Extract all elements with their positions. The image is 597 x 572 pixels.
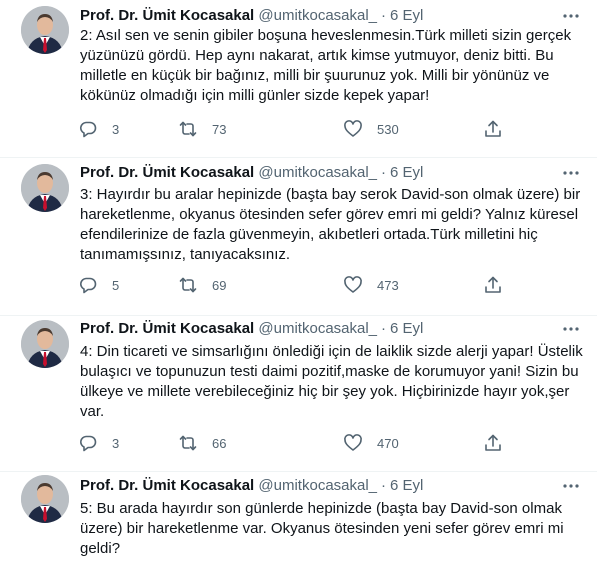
like-count: 530	[377, 121, 399, 137]
like-icon	[343, 119, 363, 139]
separator-dot: ·	[381, 477, 387, 494]
share-button[interactable]	[483, 433, 503, 453]
tweet[interactable]: Prof. Dr. Ümit Kocasakal @umitkocasakal_…	[0, 472, 597, 572]
more-options-icon[interactable]	[561, 6, 581, 26]
reply-button[interactable]: 3	[78, 119, 119, 139]
retweet-button[interactable]: 73	[178, 119, 226, 139]
retweet-count: 73	[212, 121, 227, 137]
like-button[interactable]: 530	[343, 119, 399, 139]
tweet-actions: 3 73 530	[78, 119, 518, 139]
reply-button[interactable]: 5	[78, 275, 119, 295]
like-icon	[343, 275, 363, 295]
reply-count: 5	[112, 277, 120, 293]
reply-icon	[78, 119, 98, 139]
retweet-button[interactable]: 69	[178, 275, 226, 295]
tweet-actions: 3 66 470	[78, 433, 518, 453]
like-button[interactable]: 470	[343, 433, 399, 453]
tweet-date[interactable]: 6 Eyl	[390, 477, 423, 494]
share-icon	[483, 433, 503, 453]
reply-count: 3	[112, 121, 120, 137]
retweet-count: 69	[212, 277, 227, 293]
tweet[interactable]: Prof. Dr. Ümit Kocasakal @umitkocasakal_…	[0, 158, 597, 316]
tweet-feed: Prof. Dr. Ümit Kocasakal @umitkocasakal_…	[0, 0, 597, 572]
author-handle[interactable]: @umitkocasakal_	[258, 477, 377, 494]
like-count: 473	[377, 277, 399, 293]
tweet[interactable]: Prof. Dr. Ümit Kocasakal @umitkocasakal_…	[0, 316, 597, 472]
reply-count: 3	[112, 435, 120, 451]
avatar[interactable]	[21, 320, 69, 368]
tweet-header: Prof. Dr. Ümit Kocasakal @umitkocasakal_…	[80, 476, 423, 496]
retweet-icon	[178, 275, 198, 295]
share-button[interactable]	[483, 275, 503, 295]
author-handle[interactable]: @umitkocasakal_	[258, 164, 377, 181]
tweet-date[interactable]: 6 Eyl	[390, 7, 423, 24]
retweet-icon	[178, 433, 198, 453]
author-name[interactable]: Prof. Dr. Ümit Kocasakal	[80, 164, 254, 181]
share-icon	[483, 275, 503, 295]
share-icon	[483, 119, 503, 139]
author-name[interactable]: Prof. Dr. Ümit Kocasakal	[80, 7, 254, 24]
author-handle[interactable]: @umitkocasakal_	[258, 7, 377, 24]
tweet-text: 5: Bu arada hayırdır son günlerde hepini…	[80, 500, 564, 557]
tweet[interactable]: Prof. Dr. Ümit Kocasakal @umitkocasakal_…	[0, 0, 597, 158]
separator-dot: ·	[381, 7, 387, 24]
retweet-icon	[178, 119, 198, 139]
tweet-date[interactable]: 6 Eyl	[390, 320, 423, 337]
like-button[interactable]: 473	[343, 275, 399, 295]
author-handle[interactable]: @umitkocasakal_	[258, 320, 377, 337]
share-button[interactable]	[483, 119, 503, 139]
author-name[interactable]: Prof. Dr. Ümit Kocasakal	[80, 477, 254, 494]
more-options-icon[interactable]	[561, 163, 581, 183]
avatar[interactable]	[21, 164, 69, 212]
avatar[interactable]	[21, 475, 69, 523]
tweet-header: Prof. Dr. Ümit Kocasakal @umitkocasakal_…	[80, 319, 423, 339]
reply-icon	[78, 275, 98, 295]
more-options-icon[interactable]	[561, 476, 581, 496]
tweet-text: 2: Asıl sen ve senin gibiler boşuna heve…	[80, 27, 572, 104]
like-icon	[343, 433, 363, 453]
tweet-header: Prof. Dr. Ümit Kocasakal @umitkocasakal_…	[80, 6, 423, 26]
tweet-date[interactable]: 6 Eyl	[390, 164, 423, 181]
separator-dot: ·	[381, 320, 387, 337]
separator-dot: ·	[381, 164, 387, 181]
retweet-button[interactable]: 66	[178, 433, 226, 453]
reply-button[interactable]: 3	[78, 433, 119, 453]
avatar[interactable]	[21, 6, 69, 54]
tweet-actions: 5 69 473	[78, 275, 518, 295]
like-count: 470	[377, 435, 399, 451]
tweet-text: 3: Hayırdır bu aralar hepinizde (başta b…	[80, 186, 581, 263]
author-name[interactable]: Prof. Dr. Ümit Kocasakal	[80, 320, 254, 337]
retweet-count: 66	[212, 435, 227, 451]
reply-icon	[78, 433, 98, 453]
more-options-icon[interactable]	[561, 319, 581, 339]
tweet-text: 4: Din ticareti ve simsarlığını önlediği…	[80, 343, 583, 420]
tweet-header: Prof. Dr. Ümit Kocasakal @umitkocasakal_…	[80, 163, 423, 183]
